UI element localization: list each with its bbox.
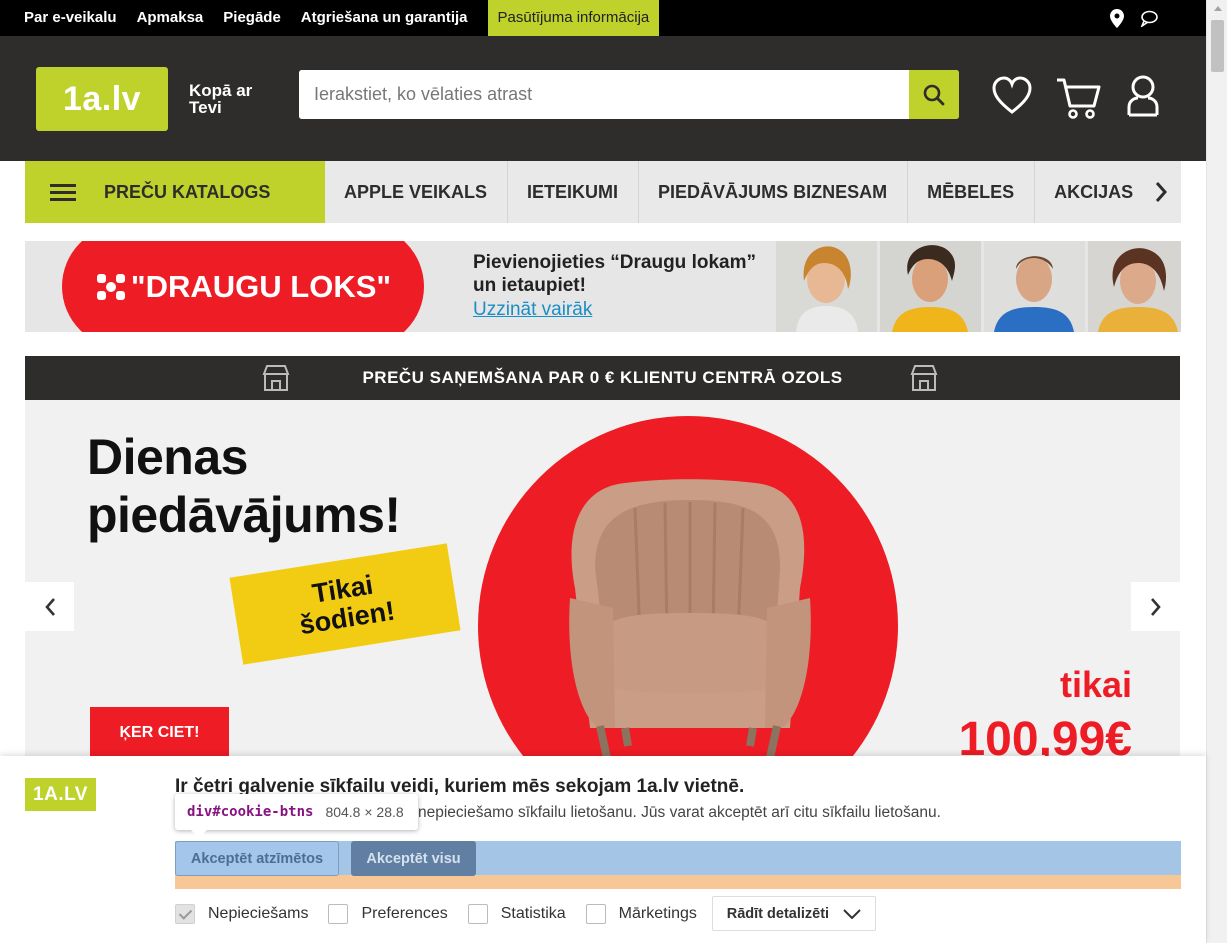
hamburger-icon bbox=[50, 180, 76, 205]
armchair-image bbox=[569, 479, 811, 756]
chevron-down-icon bbox=[843, 908, 861, 919]
nav-item-apple[interactable]: APPLE VEIKALS bbox=[325, 161, 509, 223]
catalog-label: PREČU KATALOGS bbox=[104, 181, 271, 202]
checkbox-marketing[interactable]: Mārketings bbox=[585, 903, 697, 924]
cookie-btns-padding-highlight bbox=[175, 875, 1181, 889]
cookie-consent-banner: 1A.LV Ir četri galvenie sīkfailu veidi, … bbox=[0, 756, 1206, 943]
checkbox-label: Statistika bbox=[500, 904, 566, 922]
topbar-link-payment[interactable]: Apmaksa bbox=[127, 0, 214, 36]
tagline-line1: Kopā ar bbox=[189, 81, 253, 100]
details-label: Rādīt detalizēti bbox=[726, 905, 830, 922]
site-logo[interactable]: 1a.lv bbox=[36, 67, 168, 131]
tagline-line2: Tevi bbox=[189, 98, 222, 117]
hero-cta-button[interactable]: ĶER CIET! bbox=[90, 707, 229, 756]
topbar-icons bbox=[1110, 9, 1158, 33]
store-icon bbox=[910, 365, 938, 391]
hero-title: Dienas piedāvājums! bbox=[87, 428, 401, 544]
checkbox-preferences[interactable]: Preferences bbox=[328, 903, 448, 924]
cookie-checkboxes: Nepieciešams Preferences Statistika Mārk… bbox=[175, 896, 876, 931]
checkbox-box[interactable] bbox=[585, 903, 606, 924]
face-photo bbox=[1088, 241, 1181, 332]
cookie-logo: 1A.LV bbox=[25, 778, 96, 811]
hero-next-button[interactable] bbox=[1131, 582, 1180, 631]
site-header: 1a.lv Kopā ar Tevi bbox=[0, 36, 1206, 161]
topbar-link-order-info[interactable]: Pasūtījuma informācija bbox=[487, 0, 660, 36]
cookie-text: nepieciešamo sīkfailu lietošanu. Jūs var… bbox=[418, 804, 941, 821]
topbar-link-about[interactable]: Par e-veikalu bbox=[14, 0, 127, 36]
checkbox-necessary[interactable]: Nepieciešams bbox=[175, 903, 309, 924]
topbar-link-delivery[interactable]: Piegāde bbox=[213, 0, 291, 36]
chevron-right-icon bbox=[1150, 597, 1161, 616]
checkbox-label: Nepieciešams bbox=[208, 904, 309, 922]
nav-item-business[interactable]: PIEDĀVĀJUMS BIZNESAM bbox=[639, 161, 909, 223]
accept-selected-button[interactable]: Akceptēt atzīmētos bbox=[175, 841, 339, 876]
today-only-badge: Tikai šodien! bbox=[229, 543, 461, 665]
tooltip-tag: div#cookie-btns bbox=[187, 804, 314, 820]
show-details-button[interactable]: Rādīt detalizēti bbox=[711, 896, 876, 931]
catalog-menu-button[interactable]: PREČU KATALOGS bbox=[25, 161, 325, 223]
pickup-text: PREČU SAŅEMŠANA PAR 0 € KLIENTU CENTRĀ O… bbox=[362, 368, 843, 387]
search-button[interactable] bbox=[909, 70, 959, 119]
chevron-right-icon bbox=[1155, 182, 1168, 202]
friends-club-banner[interactable]: "DRAUGU LOKS" Pievienojieties “Draugu lo… bbox=[25, 241, 1181, 332]
checkbox-box[interactable] bbox=[328, 903, 349, 924]
devtools-tooltip: div#cookie-btns 804.8 × 28.8 bbox=[175, 794, 418, 838]
nav-next-button[interactable] bbox=[1141, 161, 1181, 223]
price: 100,99€ bbox=[958, 713, 1132, 756]
friends-learn-more-link[interactable]: Uzzināt vairāk bbox=[473, 299, 592, 321]
top-utility-bar: Par e-veikalu Apmaksa Piegāde Atgriešana… bbox=[0, 0, 1206, 36]
nav-item-furniture[interactable]: MĒBELES bbox=[908, 161, 1036, 223]
friends-text: Pievienojieties “Draugu lokam” un ietaup… bbox=[473, 252, 756, 296]
nav-items: APPLE VEIKALS IETEIKUMI PIEDĀVĀJUMS BIZN… bbox=[325, 161, 1149, 223]
chevron-left-icon bbox=[44, 597, 55, 616]
location-pin-icon[interactable] bbox=[1110, 9, 1124, 33]
tagline: Kopā ar Tevi bbox=[189, 82, 252, 116]
checkbox-box[interactable] bbox=[467, 903, 488, 924]
page-scrollbar[interactable] bbox=[1206, 0, 1227, 943]
search-input[interactable] bbox=[299, 70, 909, 119]
friends-badge-text: "DRAUGU LOKS" bbox=[130, 268, 392, 304]
face-photo bbox=[880, 241, 981, 332]
hero-title-line2: piedāvājums! bbox=[87, 487, 401, 543]
checkbox-box[interactable] bbox=[175, 903, 195, 924]
cart-icon[interactable] bbox=[1055, 76, 1101, 125]
user-icon[interactable] bbox=[1125, 74, 1161, 123]
search-icon bbox=[923, 84, 945, 105]
pickup-strip[interactable]: PREČU SAŅEMŠANA PAR 0 € KLIENTU CENTRĀ O… bbox=[25, 356, 1180, 400]
hero-banner[interactable]: Dienas piedāvājums! Tikai šodien! tikai … bbox=[25, 400, 1180, 756]
hero-title-line1: Dienas bbox=[87, 429, 248, 485]
friends-logo-icon bbox=[96, 273, 125, 300]
hero-prev-button[interactable] bbox=[25, 582, 74, 631]
friends-badge: "DRAUGU LOKS" bbox=[62, 241, 424, 332]
heart-icon[interactable] bbox=[991, 76, 1033, 121]
scroll-up-arrow-icon[interactable] bbox=[1214, 6, 1222, 11]
friends-photos bbox=[776, 241, 1181, 332]
tooltip-dimensions: 804.8 × 28.8 bbox=[325, 804, 404, 820]
checkbox-label: Preferences bbox=[361, 904, 448, 922]
search-box bbox=[299, 70, 959, 119]
face-photo bbox=[984, 241, 1085, 332]
accept-all-button[interactable]: Akceptēt visu bbox=[351, 841, 476, 876]
face-photo bbox=[776, 241, 877, 332]
price-prefix: tikai bbox=[1059, 664, 1132, 705]
scrollbar-thumb[interactable] bbox=[1211, 20, 1224, 72]
nav-item-sales[interactable]: AKCIJAS bbox=[1035, 161, 1149, 223]
checkbox-statistics[interactable]: Statistika bbox=[467, 903, 566, 924]
topbar-link-returns[interactable]: Atgriešana un garantija bbox=[291, 0, 478, 36]
checkbox-label: Mārketings bbox=[618, 904, 697, 922]
nav-item-recommendations[interactable]: IETEIKUMI bbox=[508, 161, 640, 223]
main-navigation: PREČU KATALOGS APPLE VEIKALS IETEIKUMI P… bbox=[25, 161, 1181, 223]
chat-bubble-icon[interactable] bbox=[1140, 9, 1158, 33]
